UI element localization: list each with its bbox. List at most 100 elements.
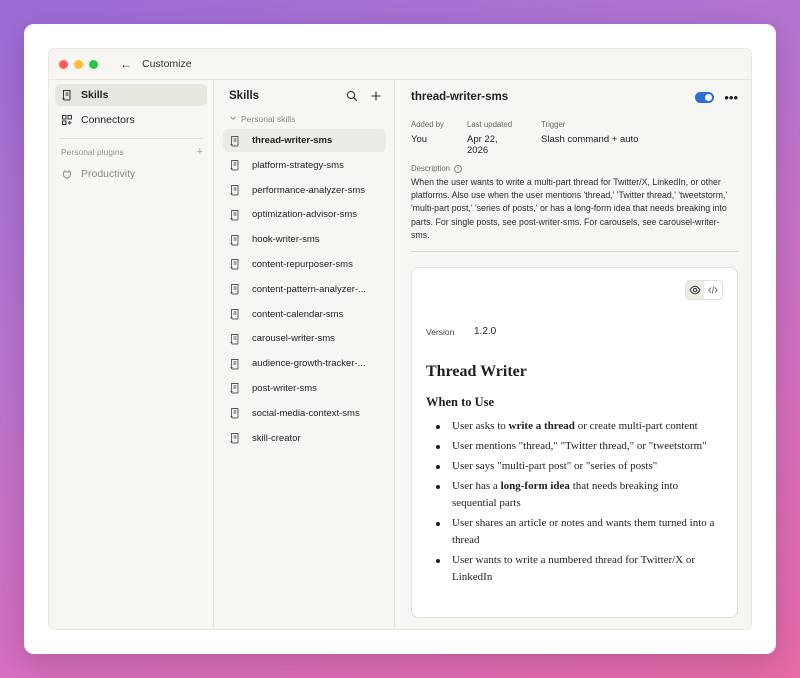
skill-list-item-label: carousel-writer-sms xyxy=(252,333,335,345)
doc-bullet-emphasis: long-form idea xyxy=(500,480,570,493)
detail-title: thread-writer-sms xyxy=(411,91,509,103)
skill-list-item[interactable]: hook-writer-sms xyxy=(223,228,386,251)
skill-list-item-label: performance-analyzer-sms xyxy=(252,184,365,196)
title-bar: ← Customize xyxy=(49,49,751,79)
skill-list-item-label: optimization-advisor-sms xyxy=(252,209,358,221)
skill-list-item[interactable]: content-repurposer-sms xyxy=(223,253,386,276)
enable-toggle[interactable] xyxy=(695,91,715,103)
maximize-window-button[interactable] xyxy=(89,59,98,69)
skill-list-item-label: post-writer-sms xyxy=(252,382,317,394)
skill-list-item-label: audience-growth-tracker-... xyxy=(252,358,366,370)
skill-list: thread-writer-sms platform-strategy-sms pe… xyxy=(223,129,386,450)
skill-list-item-label: thread-writer-sms xyxy=(252,135,333,146)
skill-list-item-label: hook-writer-sms xyxy=(252,234,320,246)
add-plugin-button[interactable]: + xyxy=(197,146,203,158)
skill-list-item-label: platform-strategy-sms xyxy=(252,159,344,171)
group-toggle[interactable]: Personal skills xyxy=(223,112,386,126)
sidebar-item-skills[interactable]: Skills xyxy=(55,84,207,106)
meta-last-updated: Last updated Apr 22, 2026 xyxy=(467,120,519,156)
skill-list-item-label: social-media-context-sms xyxy=(252,407,360,419)
sidebar: Skills Connectors Personal plugins + Pro… xyxy=(49,80,214,629)
skill-list-item[interactable]: carousel-writer-sms xyxy=(223,327,386,350)
doc-bullet-item: User mentions "thread," "Twitter thread,… xyxy=(426,438,723,455)
meta-label: Trigger xyxy=(541,120,566,129)
view-switch xyxy=(685,280,723,301)
doc-bullet-text: User shares an article or notes and want… xyxy=(452,517,715,547)
meta-row: Added by You Last updated Apr 22, 2026 T… xyxy=(411,120,738,156)
scroll-icon xyxy=(229,407,241,419)
skill-list-item-label: content-pattern-analyzer-... xyxy=(252,283,367,295)
close-window-button[interactable] xyxy=(59,59,68,69)
code-view-icon[interactable] xyxy=(704,281,722,299)
skill-list-item[interactable]: content-calendar-sms xyxy=(223,303,386,326)
skills-header: Skills xyxy=(223,80,386,112)
scroll-icon xyxy=(229,333,241,345)
scroll-icon xyxy=(229,308,241,320)
skill-list-item[interactable]: content-pattern-analyzer-... xyxy=(223,278,386,301)
minimize-window-button[interactable] xyxy=(74,59,83,69)
divider xyxy=(411,251,738,253)
skill-list-item[interactable]: skill-creator xyxy=(223,427,386,450)
skill-list-item[interactable]: post-writer-sms xyxy=(223,377,386,400)
plugins-header: Personal plugins + xyxy=(55,145,207,159)
divider xyxy=(59,138,203,139)
skill-list-item[interactable]: social-media-context-sms xyxy=(223,402,386,425)
description-label-row: Description i xyxy=(411,164,738,173)
connectors-icon xyxy=(61,114,73,126)
skill-list-item[interactable]: thread-writer-sms xyxy=(223,129,386,152)
scroll-icon xyxy=(229,358,241,370)
skills-panel: Skills Personal skills thread-writer-sms… xyxy=(215,80,395,629)
skill-list-item[interactable]: optimization-advisor-sms xyxy=(223,203,386,226)
plugins-header-label: Personal plugins xyxy=(61,147,124,157)
scroll-icon xyxy=(61,89,73,101)
add-skill-button[interactable] xyxy=(370,90,382,102)
meta-added-by: Added by You xyxy=(411,120,445,156)
skill-list-item[interactable]: performance-analyzer-sms xyxy=(223,179,386,202)
window-controls xyxy=(59,59,98,69)
plugin-icon xyxy=(61,168,73,180)
window-title: Customize xyxy=(142,58,192,70)
skill-list-item-label: content-repurposer-sms xyxy=(252,258,353,270)
scroll-icon xyxy=(229,382,241,394)
description-label: Description xyxy=(411,164,450,173)
screenshot-frame: ← Customize Skills Connectors Personal p… xyxy=(24,24,776,654)
doc-bullet-item: User shares an article or notes and want… xyxy=(426,515,723,549)
doc-heading: Thread Writer xyxy=(426,363,527,381)
preview-eye-icon[interactable] xyxy=(686,281,704,300)
doc-bullet-text: User has a xyxy=(452,480,501,493)
search-icon[interactable] xyxy=(346,90,358,102)
sidebar-item-label: Skills xyxy=(81,89,109,101)
doc-bullet-item: User wants to write a numbered thread fo… xyxy=(426,552,723,586)
doc-bullet-text: User says "multi-part post" or "series o… xyxy=(452,460,658,473)
doc-subheading: When to Use xyxy=(426,395,495,410)
info-icon[interactable]: i xyxy=(454,164,462,173)
scroll-icon xyxy=(229,234,241,246)
sidebar-item-connectors[interactable]: Connectors xyxy=(55,109,207,131)
detail-header: thread-writer-sms ••• xyxy=(411,80,738,114)
sidebar-item-label: Connectors xyxy=(81,114,135,126)
doc-bullet-text: User wants to write a numbered thread fo… xyxy=(452,554,696,584)
skill-list-item-label: skill-creator xyxy=(252,432,301,444)
version-value: 1.2.0 xyxy=(474,326,497,338)
scroll-icon xyxy=(229,209,241,221)
scroll-icon xyxy=(229,135,241,147)
scroll-icon xyxy=(229,283,241,295)
sidebar-item-productivity[interactable]: Productivity xyxy=(55,163,207,185)
skill-document-card: Version 1.2.0 Thread Writer When to Use … xyxy=(411,267,738,619)
description-text: When the user wants to write a multi-par… xyxy=(411,177,728,240)
skills-title: Skills xyxy=(229,90,260,102)
meta-label: Last updated xyxy=(467,120,513,129)
scroll-icon xyxy=(229,258,241,270)
more-options-icon[interactable]: ••• xyxy=(724,91,738,104)
skill-list-item[interactable]: platform-strategy-sms xyxy=(223,154,386,177)
doc-bullet-text: User asks to xyxy=(452,420,509,433)
back-arrow-icon[interactable]: ← xyxy=(120,57,132,71)
meta-trigger: Trigger Slash command + auto xyxy=(541,120,638,156)
skill-list-item[interactable]: audience-growth-tracker-... xyxy=(223,352,386,375)
meta-value: Slash command + auto xyxy=(541,134,639,145)
app-window: ← Customize Skills Connectors Personal p… xyxy=(48,48,752,630)
meta-value: You xyxy=(411,134,428,145)
skill-detail: thread-writer-sms ••• Added by You Last … xyxy=(396,80,751,629)
doc-bullet-text: or create multi-part content xyxy=(574,420,698,433)
sidebar-item-label: Productivity xyxy=(81,168,136,180)
